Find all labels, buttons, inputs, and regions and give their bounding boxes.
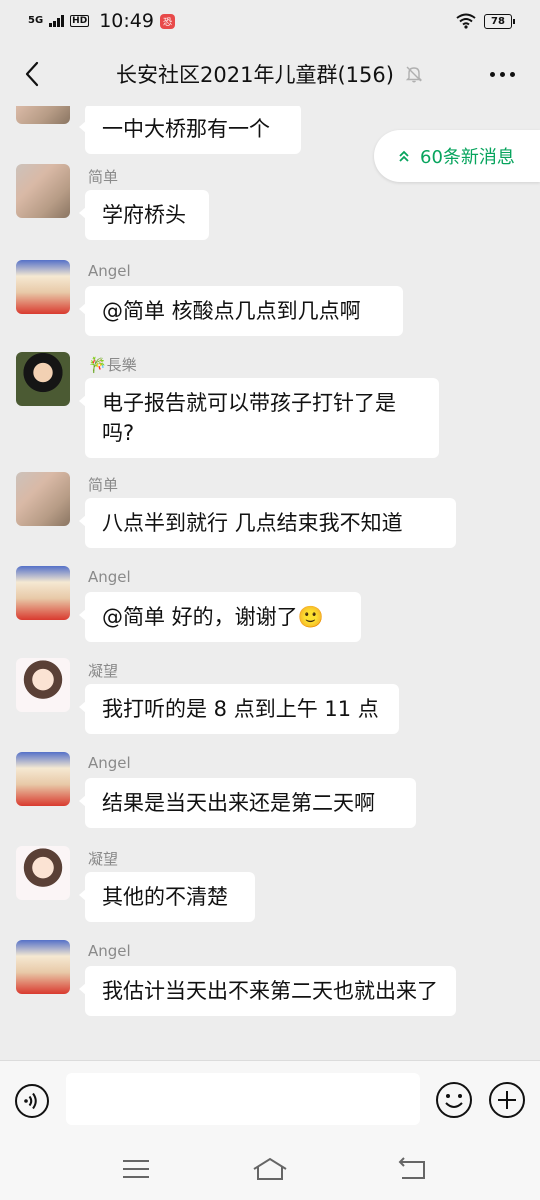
system-navigation-bar: [0, 1140, 540, 1200]
avatar[interactable]: [16, 260, 70, 314]
message-bubble[interactable]: @简单 核酸点几点到几点啊: [79, 286, 403, 336]
message-bubble[interactable]: 我估计当天出不来第二天也就出来了: [79, 966, 456, 1016]
voice-input-button[interactable]: [14, 1083, 50, 1119]
sender-name: 凝望: [88, 662, 119, 680]
chat-message-list[interactable]: 一中大桥那有一个 简单 学府桥头 Angel @简单 核酸点几点到几点啊 🎋長樂…: [0, 106, 540, 1060]
avatar[interactable]: [16, 940, 70, 994]
avatar[interactable]: [16, 752, 70, 806]
chat-title: 长安社区2021年儿童群(156): [116, 63, 394, 87]
message-bubble[interactable]: 电子报告就可以带孩子打针了是吗?: [79, 378, 439, 458]
status-time: 10:49: [99, 10, 154, 32]
more-options-button[interactable]: [482, 56, 522, 92]
message-bubble[interactable]: 八点半到就行 几点结束我不知道: [79, 498, 456, 548]
status-bar: 5G HD 10:49 恐 78: [0, 0, 540, 42]
sender-name: Angel: [88, 568, 131, 586]
plus-circle-icon: [489, 1082, 525, 1118]
battery-icon: 78: [484, 13, 515, 29]
chat-header: 长安社区2021年儿童群(156): [0, 42, 540, 106]
mute-bell-icon: [405, 66, 423, 83]
chevron-left-icon: [25, 61, 39, 87]
sender-name: Angel: [88, 754, 131, 772]
menu-button[interactable]: [116, 1154, 156, 1184]
back-nav-button[interactable]: [392, 1154, 432, 1184]
sender-name: 简单: [88, 168, 119, 186]
smiley-icon: [436, 1082, 472, 1118]
network-label: 5G: [28, 15, 44, 26]
double-chevron-up-icon: [399, 150, 409, 162]
message-text-input[interactable]: [66, 1073, 420, 1125]
message-bubble[interactable]: @简单 好的，谢谢了🙂: [79, 592, 361, 642]
message-bubble[interactable]: 结果是当天出来还是第二天啊: [79, 778, 416, 828]
home-button[interactable]: [250, 1154, 290, 1184]
message-bubble[interactable]: 学府桥头: [79, 190, 209, 240]
avatar[interactable]: [16, 352, 70, 406]
new-messages-button[interactable]: 60条新消息: [374, 130, 540, 182]
message-bubble[interactable]: 其他的不清楚: [79, 872, 255, 922]
avatar[interactable]: [16, 472, 70, 526]
message-input-bar: [0, 1060, 540, 1141]
sender-name: Angel: [88, 942, 131, 960]
emoji-button[interactable]: [435, 1081, 473, 1119]
avatar[interactable]: [16, 566, 70, 620]
sender-name: 🎋長樂: [88, 356, 137, 374]
sender-name: Angel: [88, 262, 131, 280]
home-icon: [253, 1157, 287, 1180]
avatar[interactable]: [16, 106, 70, 124]
menu-icon: [123, 1160, 149, 1178]
app-notification-icon: 恐: [159, 13, 175, 29]
avatar[interactable]: [16, 164, 70, 218]
message-bubble[interactable]: 我打听的是 8 点到上午 11 点: [79, 684, 399, 734]
hd-badge: HD: [70, 15, 90, 27]
wifi-icon: [456, 13, 476, 29]
back-button[interactable]: [14, 56, 50, 92]
avatar[interactable]: [16, 658, 70, 712]
message-bubble[interactable]: 一中大桥那有一个: [79, 106, 301, 154]
sender-name: 凝望: [88, 850, 119, 868]
voice-icon: [15, 1084, 49, 1118]
return-icon: [398, 1157, 425, 1179]
signal-icon: [49, 15, 65, 27]
avatar[interactable]: [16, 846, 70, 900]
sender-name: 简单: [88, 476, 119, 494]
new-messages-label: 60条新消息: [420, 147, 515, 168]
more-functions-button[interactable]: [488, 1081, 526, 1119]
